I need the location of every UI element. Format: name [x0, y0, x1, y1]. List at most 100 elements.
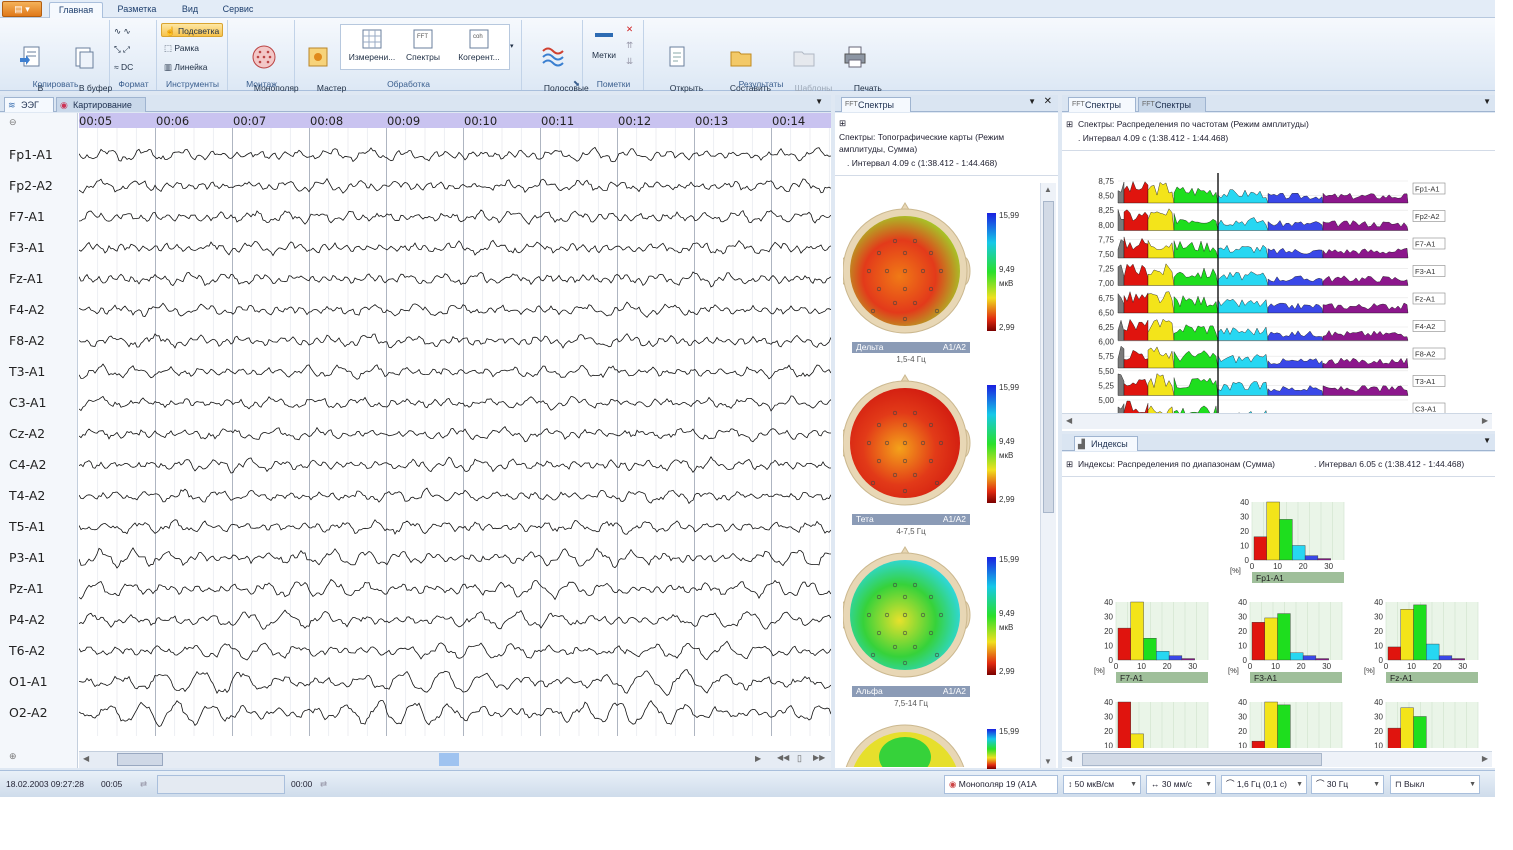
lpf-select[interactable]: ⌒ 30 Гц ▼	[1311, 775, 1384, 794]
channel-label[interactable]: Pz-A1	[9, 581, 44, 596]
delete-mark-icon[interactable]: ✕	[626, 22, 633, 36]
channel-label[interactable]: T6-A2	[9, 643, 45, 658]
dc-button[interactable]: ≈ DC	[114, 60, 133, 74]
status-slider[interactable]	[157, 775, 285, 794]
channel-label[interactable]: Fp2-A2	[9, 178, 53, 193]
tab-spectra-freq-1[interactable]: FFT Спектры	[1068, 97, 1136, 112]
channel-label[interactable]: F8-A2	[9, 333, 45, 348]
channel-label[interactable]: T5-A1	[9, 519, 45, 534]
position-marker[interactable]	[439, 753, 459, 766]
tab-service[interactable]: Сервис	[215, 2, 261, 18]
eeg-panel-menu-icon[interactable]: ▼	[815, 97, 823, 106]
eeg-trace	[79, 487, 831, 505]
format-wave-button-2[interactable]: ⤡ ⤢	[114, 42, 130, 56]
channel-label[interactable]: C3-A1	[9, 395, 46, 410]
expand-icon[interactable]: ⊞	[839, 117, 846, 129]
spectra-panel-menu-icon[interactable]: ▼	[1028, 97, 1036, 106]
tab-markup[interactable]: Разметка	[110, 2, 164, 18]
next-mark-icon[interactable]: ⇊	[626, 54, 633, 68]
time-tick-label: 00:07	[233, 114, 267, 128]
tab-spectra-topomap[interactable]: FFT Спектры	[841, 97, 911, 112]
tab-eeg[interactable]: ≋ ЭЭГ	[4, 97, 54, 112]
lpf-icon: ⌒	[1316, 779, 1327, 789]
hpf-select[interactable]: ⌒ 1,6 Гц (0,1 с) ▼	[1221, 775, 1307, 794]
channel-label[interactable]: Fz-A1	[9, 271, 44, 286]
scroll-up-icon[interactable]: ▲	[1044, 185, 1052, 194]
marks-button[interactable]: Метки	[586, 22, 622, 61]
highlight-button[interactable]: ☝ Подсветка	[161, 23, 224, 37]
indices-horizontal-scrollbar[interactable]: ◀ ▶	[1062, 751, 1492, 767]
freq-distribution-chart: 8,75 8,50 8,25 8,00 7,75 7,50 7,25 7,00 6,75 6,50…	[1098, 173, 1446, 413]
spectra-button[interactable]: FFT Спектры	[401, 28, 445, 63]
freq-expand-icon[interactable]: ⊞	[1066, 118, 1073, 130]
status-position-2: 00:00	[291, 779, 313, 789]
montage-select[interactable]: ◉ Монополяр 19 (A1A	[944, 775, 1058, 794]
channel-label[interactable]: T4-A2	[9, 488, 45, 503]
close-icon[interactable]: ✕	[1044, 96, 1052, 107]
frame-button[interactable]: ⬚ Рамка	[164, 41, 199, 55]
collapse-icon[interactable]: ⊖	[9, 117, 17, 128]
tab-indices[interactable]: ▟ Индексы	[1074, 436, 1138, 451]
eeg-trace	[79, 301, 831, 318]
dialog-launcher-icon[interactable]: ⬊	[523, 78, 582, 89]
group-processing-label: Обработка	[387, 79, 430, 89]
freq-channel-tag: F7-A1	[1415, 240, 1435, 249]
index-x-tick: 0	[1248, 662, 1253, 671]
spectra-label: Спектры	[405, 52, 440, 62]
fft-icon: FFT	[413, 29, 433, 49]
ruler-button[interactable]: ▥ Линейка	[164, 60, 208, 74]
indices-panel-menu-icon[interactable]: ▼	[1483, 436, 1491, 445]
spectra-scroll-thumb[interactable]	[1043, 201, 1054, 513]
sensitivity-select[interactable]: ↕ 50 мкВ/см ▼	[1063, 775, 1141, 794]
freq-spectrum-area	[1173, 350, 1219, 369]
channel-label[interactable]: O1-A1	[9, 674, 48, 689]
freq-horizontal-scrollbar[interactable]: ◀ ▶	[1062, 413, 1492, 429]
freq-scroll-left-icon[interactable]: ◀	[1066, 416, 1072, 425]
freq-spectrum-area	[1117, 345, 1125, 369]
band-range: 1,5-4 Гц	[896, 355, 926, 364]
status-sync-icon-2[interactable]: ⇄	[320, 779, 327, 790]
tab-view[interactable]: Вид	[172, 2, 208, 18]
measurements-button[interactable]: Измерени...	[345, 28, 399, 63]
eeg-horizontal-scrollbar[interactable]: ◀ ▶ ◀◀ ▯ ▶▶	[79, 751, 831, 768]
channel-label[interactable]: O2-A2	[9, 705, 48, 720]
channel-label[interactable]: C4-A2	[9, 457, 46, 472]
channel-label[interactable]: T3-A1	[9, 364, 45, 379]
page-icon[interactable]: ▯	[797, 753, 802, 764]
coherence-button[interactable]: coh Когерент...	[451, 28, 507, 63]
indices-scroll-left-icon[interactable]: ◀	[1066, 754, 1072, 763]
channel-label[interactable]: F4-A2	[9, 302, 45, 317]
channel-label[interactable]: Fp1-A1	[9, 147, 53, 162]
application-menu-button[interactable]: ▤ ▾	[2, 1, 42, 17]
channel-label[interactable]: P4-A2	[9, 612, 45, 627]
page-forward-icon[interactable]: ▶▶	[813, 753, 825, 762]
page-back-icon[interactable]: ◀◀	[777, 753, 789, 762]
channel-label[interactable]: F7-A1	[9, 209, 45, 224]
format-wave-button-1[interactable]: ∿ ∿	[114, 24, 131, 38]
color-scale-unit: мкВ	[999, 451, 1014, 460]
channel-label[interactable]: P3-A1	[9, 550, 45, 565]
tab-mapping[interactable]: ◉ Картирование	[56, 97, 146, 112]
status-sync-icon[interactable]: ⇄	[140, 779, 147, 790]
prev-mark-icon[interactable]: ⇈	[626, 38, 633, 52]
scroll-right-icon[interactable]: ▶	[755, 754, 761, 763]
tab-home[interactable]: Главная	[49, 2, 103, 18]
indices-scroll-thumb[interactable]	[1082, 753, 1322, 766]
speed-select[interactable]: ↔ 30 мм/с ▼	[1146, 775, 1216, 794]
indices-scroll-right-icon[interactable]: ▶	[1482, 754, 1488, 763]
channel-label[interactable]: F3-A1	[9, 240, 45, 255]
add-channel-icon[interactable]: ⊕	[9, 751, 17, 762]
freq-scroll-right-icon[interactable]: ▶	[1482, 416, 1488, 425]
spectra-vertical-scrollbar[interactable]: ▲ ▼	[1040, 183, 1056, 768]
tab-spectra-freq-2[interactable]: FFT Спектры	[1138, 97, 1206, 112]
freq-panel-menu-icon[interactable]: ▼	[1483, 97, 1491, 106]
freq-spectrum-area	[1173, 240, 1219, 259]
eeg-traces[interactable]	[79, 128, 831, 736]
gallery-scroll-icon[interactable]: ▾	[510, 40, 514, 54]
scroll-down-icon[interactable]: ▼	[1044, 757, 1052, 766]
channel-label[interactable]: Cz-A2	[9, 426, 45, 441]
indices-expand-icon[interactable]: ⊞	[1066, 458, 1073, 470]
scroll-thumb[interactable]	[117, 753, 163, 766]
scroll-left-icon[interactable]: ◀	[83, 754, 89, 763]
notch-select[interactable]: ⊓ Выкл ▼	[1390, 775, 1480, 794]
